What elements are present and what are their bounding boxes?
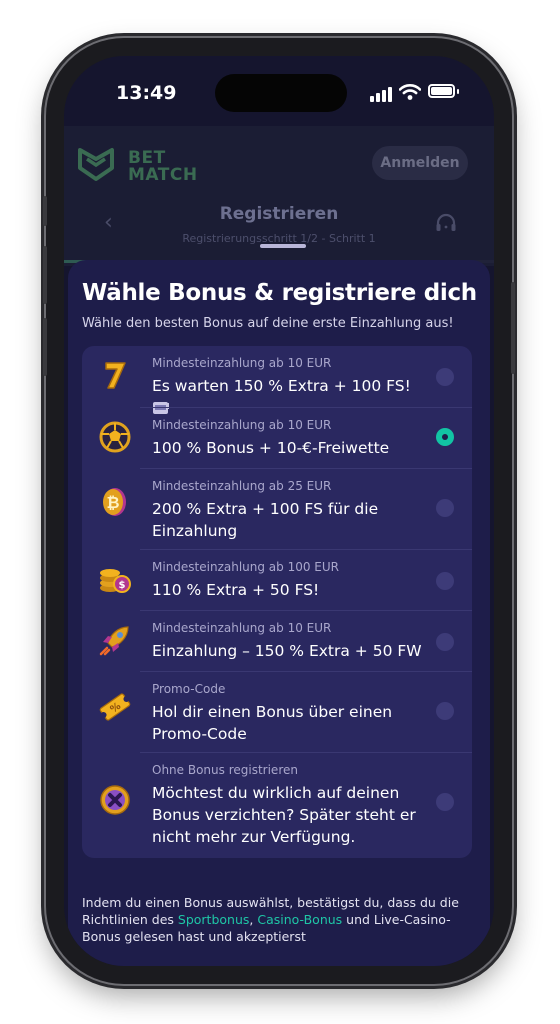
svg-text:$: $ [119, 580, 126, 591]
phone-action-button [43, 196, 47, 226]
bonus-option[interactable]: Mindesteinzahlung ab 10 EUR 100 % Bonus … [82, 408, 472, 469]
bonus-radio[interactable] [436, 572, 454, 590]
bonus-description: 200 % Extra + 100 FS für die Einzahlung [152, 500, 379, 540]
bonus-option[interactable]: $ Mindesteinzahlung ab 100 EUR 110 % Ext… [82, 550, 472, 611]
battery-icon [428, 84, 455, 98]
svg-text:₿: ₿ [106, 493, 119, 512]
bonus-option[interactable]: Ohne Bonus registrieren Möchtest du wirk… [82, 753, 472, 858]
sheet-drag-handle[interactable] [260, 244, 306, 248]
logo-text: BET MATCH [128, 150, 198, 184]
wifi-icon [399, 84, 421, 100]
phone-power-button [511, 282, 515, 374]
phone-volume-down [43, 318, 47, 376]
bonus-description: Möchtest du wirklich auf deinen Bonus ve… [152, 784, 416, 846]
dynamic-island [215, 74, 347, 112]
sheet-title: Wähle Bonus & registriere dich [82, 280, 477, 306]
bonus-radio[interactable] [436, 499, 454, 517]
bonus-list: Mindesteinzahlung ab 10 EUR Es warten 15… [82, 346, 472, 858]
ticket-icon: % [99, 693, 131, 721]
rocket-icon [99, 626, 129, 656]
bonus-min-deposit: Mindesteinzahlung ab 10 EUR [152, 356, 332, 370]
bonus-option[interactable]: ₿ Mindesteinzahlung ab 25 EUR 200 % Extr… [82, 469, 472, 550]
betmatch-logo[interactable]: BET MATCH [76, 144, 198, 184]
bitcoin-coin-icon: ₿ [103, 488, 126, 516]
phone-volume-up [43, 246, 47, 304]
login-button[interactable]: Anmelden [372, 146, 468, 180]
bonus-min-deposit: Mindesteinzahlung ab 10 EUR [152, 418, 332, 432]
terms-text: Indem du einen Bonus auswählst, bestätig… [82, 894, 476, 945]
bonus-min-deposit: Mindesteinzahlung ab 100 EUR [152, 560, 340, 574]
bonus-sheet: Wähle Bonus & registriere dich Wähle den… [68, 244, 490, 966]
sportbonus-link[interactable]: Sportbonus [178, 912, 250, 927]
battery-tip [457, 89, 459, 94]
logo-shield-icon [78, 148, 114, 181]
logo-text-bottom: MATCH [128, 165, 198, 185]
bonus-radio[interactable] [436, 368, 454, 386]
bonus-min-deposit: Mindesteinzahlung ab 10 EUR [152, 621, 332, 635]
bonus-min-deposit: Mindesteinzahlung ab 25 EUR [152, 479, 332, 493]
bonus-radio-selected[interactable] [436, 428, 454, 446]
sheet-subtitle: Wähle den besten Bonus auf deine erste E… [82, 316, 454, 331]
bonus-description: Hol dir einen Bonus über einen Promo-Cod… [152, 703, 393, 743]
slot-seven-icon [105, 362, 126, 389]
bonus-description: Einzahlung – 150 % Extra + 50 FW [152, 642, 422, 660]
bonus-option[interactable]: Mindesteinzahlung ab 10 EUR Es warten 15… [82, 346, 472, 414]
bonus-radio[interactable] [436, 793, 454, 811]
support-headset-icon[interactable] [434, 212, 458, 236]
coin-stack-icon: $ [100, 569, 131, 593]
bonus-description: 110 % Extra + 50 FS! [152, 581, 320, 599]
page-title: Registrieren [219, 204, 339, 224]
soccer-ball-icon [99, 421, 131, 453]
bonus-option[interactable]: % Promo-Code Hol dir einen Bonus über ei… [82, 672, 472, 753]
bonus-description: 100 % Bonus + 10-€-Freiwette [152, 439, 390, 457]
bonus-radio[interactable] [436, 702, 454, 720]
screen: 13:49 BET MATCH Anmelden ‹ Registrieren … [64, 56, 494, 966]
bonus-description-text: Es warten 150 % Extra + 100 FS! [152, 377, 411, 395]
cross-coin-icon [100, 785, 130, 815]
signal-icon [370, 86, 392, 102]
bonus-radio[interactable] [436, 633, 454, 651]
casino-bonus-link[interactable]: Casino-Bonus [257, 912, 342, 927]
bonus-option[interactable]: Mindesteinzahlung ab 10 EUR Einzahlung –… [82, 611, 472, 672]
promo-code-label: Promo-Code [152, 682, 226, 696]
status-time: 13:49 [116, 82, 177, 104]
status-bar: 13:49 [64, 56, 494, 126]
no-bonus-label: Ohne Bonus registrieren [152, 763, 298, 777]
